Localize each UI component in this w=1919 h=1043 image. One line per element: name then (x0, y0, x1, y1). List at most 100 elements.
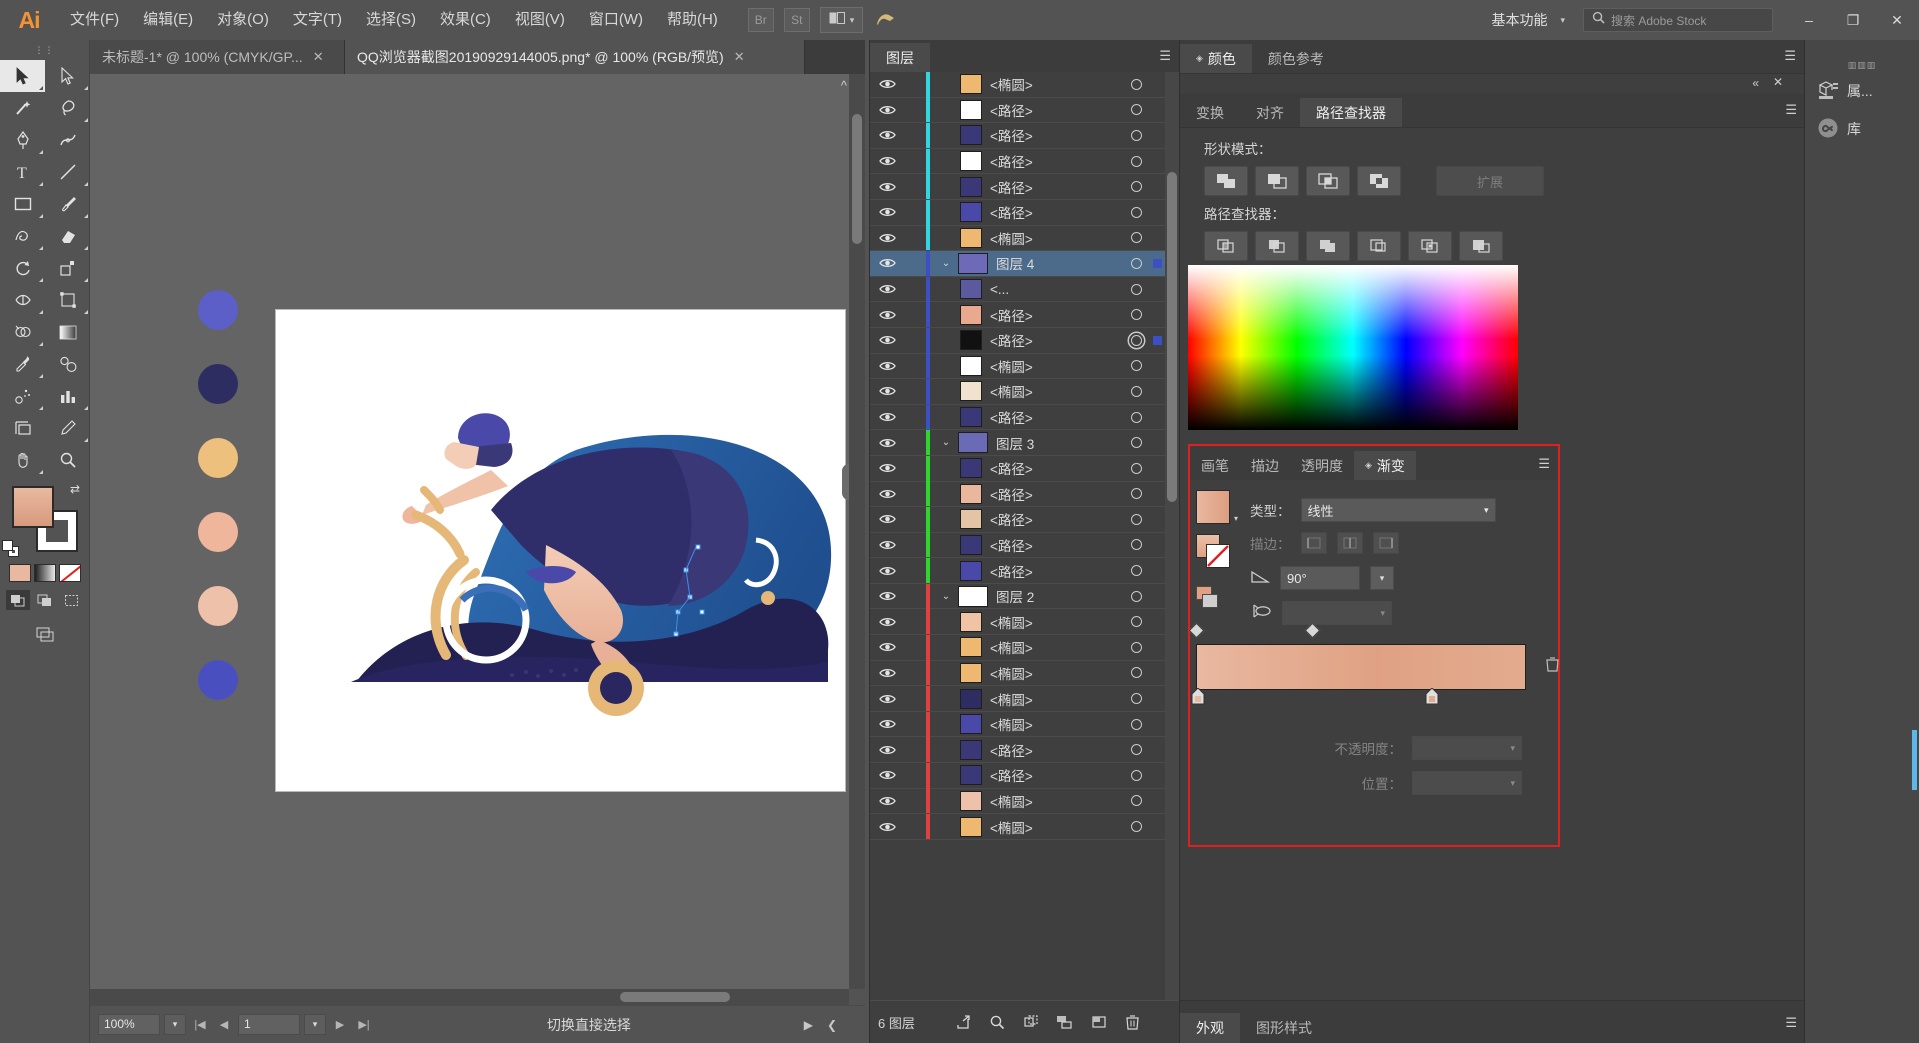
status-play-icon[interactable]: ▶ (804, 1018, 813, 1032)
target-indicator-icon[interactable] (1123, 795, 1149, 807)
workspace-switcher[interactable]: 基本功能 ▾ (1475, 7, 1573, 33)
target-indicator-icon[interactable] (1123, 565, 1149, 577)
panel-resize-handle[interactable] (842, 464, 849, 500)
make-clipping-mask-icon[interactable] (1015, 1007, 1047, 1037)
scratch-swatch-5[interactable] (198, 586, 238, 626)
free-transform-tool[interactable] (45, 284, 90, 316)
target-indicator-icon[interactable] (1123, 78, 1149, 90)
close-icon[interactable]: ✕ (1773, 75, 1783, 89)
outline-icon[interactable] (1408, 231, 1452, 261)
visibility-eye-icon[interactable] (870, 616, 904, 628)
selection-square-indicator[interactable] (1149, 258, 1165, 268)
menu-help[interactable]: 帮助(H) (655, 0, 730, 40)
tab-transparency[interactable]: 透明度 (1290, 451, 1354, 480)
drawing-mode-behind[interactable] (33, 590, 57, 610)
gradient-opacity-field[interactable]: ▾ (1412, 736, 1522, 760)
minus-back-icon[interactable] (1459, 231, 1503, 261)
shape-builder-tool[interactable] (0, 316, 45, 348)
visibility-eye-icon[interactable] (870, 78, 904, 90)
merge-icon[interactable] (1306, 231, 1350, 261)
visibility-eye-icon[interactable] (870, 360, 904, 372)
layer-item-row[interactable]: <路径> (870, 737, 1165, 764)
paintbrush-tool[interactable] (45, 188, 90, 220)
visibility-eye-icon[interactable] (870, 769, 904, 781)
tab-color[interactable]: ◈ 颜色 (1180, 44, 1252, 73)
gradient-stroke-swatch[interactable] (1206, 544, 1230, 568)
layer-item-row[interactable]: <路径> (870, 762, 1165, 789)
visibility-eye-icon[interactable] (870, 257, 904, 269)
crop-icon[interactable] (1357, 231, 1401, 261)
unite-icon[interactable] (1204, 166, 1248, 196)
stock-search-input[interactable]: 搜索 Adobe Stock (1583, 8, 1773, 32)
canvas-vertical-scrollbar[interactable] (849, 74, 865, 989)
symbol-sprayer-tool[interactable] (0, 380, 45, 412)
gradient-preview-swatch[interactable] (1196, 490, 1230, 524)
visibility-eye-icon[interactable] (870, 718, 904, 730)
document-tab-2[interactable]: QQ浏览器截图20190929144005.png* @ 100% (RGB/预… (345, 40, 805, 74)
layer-row[interactable]: ⌄ 图层 4 (870, 250, 1165, 277)
layer-item-row[interactable]: <路径> (870, 174, 1165, 200)
panel-menu-icon[interactable]: ☰ (1538, 456, 1550, 472)
eraser-tool[interactable] (45, 220, 90, 252)
target-indicator-icon[interactable] (1123, 539, 1149, 551)
gradient-stop-start[interactable] (1191, 687, 1205, 705)
menu-file[interactable]: 文件(F) (58, 0, 131, 40)
target-indicator-icon[interactable] (1123, 104, 1149, 116)
toolbar-grip[interactable]: ⋮⋮ (0, 40, 89, 60)
create-new-sublayer-icon[interactable] (1049, 1007, 1081, 1037)
drawing-mode-normal[interactable] (5, 590, 30, 610)
scrollbar-thumb[interactable] (852, 114, 862, 244)
previous-artboard-button[interactable]: ◀ (214, 1014, 234, 1035)
menu-type[interactable]: 文字(T) (281, 0, 354, 40)
tab-pathfinder[interactable]: 路径查找器 (1300, 98, 1402, 127)
column-graph-tool[interactable] (45, 380, 90, 412)
visibility-eye-icon[interactable] (870, 104, 904, 116)
layer-item-row[interactable]: <路径> (870, 327, 1165, 354)
expand-button[interactable]: 扩展 (1436, 166, 1544, 196)
gradient-midpoint-handle[interactable] (1304, 622, 1321, 639)
layer-item-row[interactable]: <椭圆> (870, 72, 1165, 98)
zoom-tool[interactable] (45, 444, 90, 476)
target-indicator-icon[interactable] (1123, 744, 1149, 756)
close-icon[interactable]: ✕ (313, 49, 324, 65)
none-swatch-mode[interactable] (58, 564, 81, 582)
tab-align[interactable]: 对齐 (1240, 98, 1300, 127)
layer-item-row[interactable]: <椭圆> (870, 660, 1165, 687)
locate-object-icon[interactable] (947, 1007, 979, 1037)
tab-gradient[interactable]: ◈ 渐变 (1354, 451, 1416, 480)
visibility-eye-icon[interactable] (870, 667, 904, 679)
blend-tool[interactable] (45, 348, 90, 380)
layer-item-row[interactable]: <... (870, 276, 1165, 303)
layer-item-row[interactable]: <路径> (870, 148, 1165, 175)
visibility-eye-icon[interactable] (870, 181, 904, 193)
layer-item-row[interactable]: <路径> (870, 199, 1165, 226)
divide-icon[interactable] (1204, 231, 1248, 261)
artboard-number-field[interactable]: 1 (238, 1014, 300, 1035)
visibility-eye-icon[interactable] (870, 693, 904, 705)
default-fill-stroke-icon[interactable] (2, 540, 20, 558)
eyedropper-tool[interactable] (0, 348, 45, 380)
tab-brushes[interactable]: 画笔 (1190, 451, 1240, 480)
layer-item-row[interactable]: <椭圆> (870, 634, 1165, 661)
dock-grip[interactable]: ▥▥▥ (1805, 58, 1919, 72)
scratch-swatch-3[interactable] (198, 438, 238, 478)
scratch-swatch-1[interactable] (198, 290, 238, 330)
menu-effect[interactable]: 效果(C) (428, 0, 503, 40)
layer-item-row[interactable]: <路径> (870, 481, 1165, 508)
layer-item-row[interactable]: <路径> (870, 97, 1165, 124)
delete-stop-icon[interactable] (1545, 656, 1560, 677)
target-indicator-icon[interactable] (1123, 718, 1149, 730)
tab-transform[interactable]: 变换 (1180, 98, 1240, 127)
stroke-gradient-mini-icon[interactable] (1202, 594, 1218, 608)
visibility-eye-icon[interactable] (870, 539, 904, 551)
layer-item-row[interactable]: <椭圆> (870, 378, 1165, 405)
stock-button[interactable]: St (783, 8, 810, 32)
layer-item-row[interactable]: <椭圆> (870, 711, 1165, 738)
gradient-ramp[interactable] (1188, 622, 1526, 705)
line-segment-tool[interactable] (45, 156, 90, 188)
target-indicator-icon[interactable] (1123, 667, 1149, 679)
target-indicator-icon[interactable] (1123, 334, 1149, 346)
layer-item-row[interactable]: <椭圆> (870, 686, 1165, 712)
visibility-eye-icon[interactable] (870, 155, 904, 167)
menu-window[interactable]: 窗口(W) (577, 0, 655, 40)
